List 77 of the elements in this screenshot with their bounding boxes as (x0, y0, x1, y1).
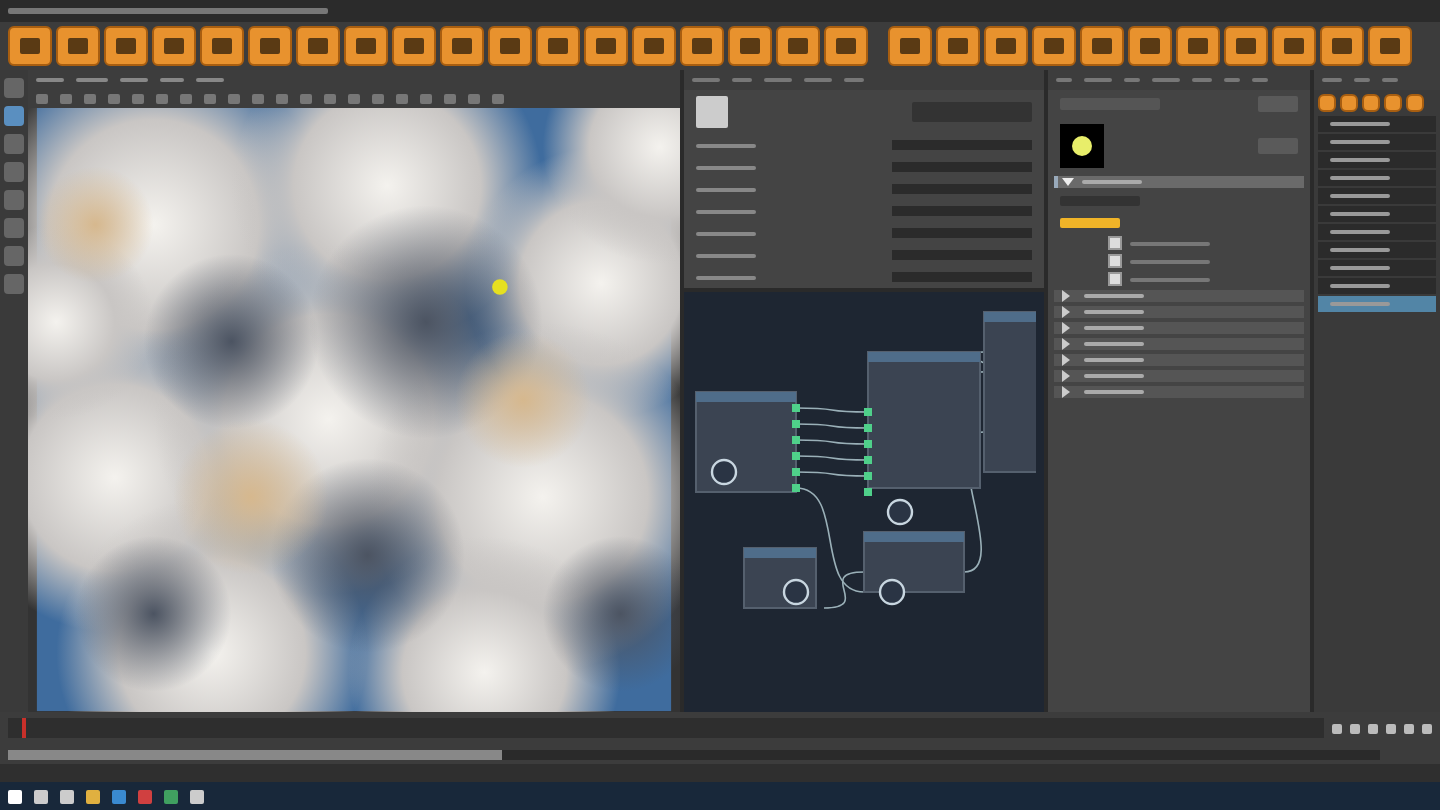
outliner-row[interactable] (1317, 134, 1436, 152)
node-swatch-icon (782, 578, 809, 606)
checkbox[interactable] (1108, 272, 1122, 286)
checkbox[interactable] (1108, 254, 1122, 268)
outliner-row[interactable] (1317, 206, 1436, 224)
connection-wire (794, 423, 869, 429)
shelf-tool-icon[interactable] (632, 26, 676, 66)
shelf-tool-icon[interactable] (888, 26, 932, 66)
section-header[interactable] (1054, 386, 1304, 398)
shelf-tool-icon[interactable] (200, 26, 244, 66)
section-header[interactable] (1054, 306, 1304, 318)
outliner-row[interactable] (1317, 170, 1436, 188)
graph-node[interactable] (862, 531, 965, 593)
graph-node[interactable] (694, 391, 797, 493)
shelf-tool-icon[interactable] (344, 26, 388, 66)
shelf-tool-icon[interactable] (488, 26, 532, 66)
shelf-tool-icon[interactable] (824, 26, 868, 66)
section-header[interactable] (1054, 176, 1304, 188)
connection-wire (794, 407, 869, 413)
checkbox[interactable] (1108, 236, 1122, 250)
section-header[interactable] (1054, 354, 1304, 366)
section-header[interactable] (1054, 338, 1304, 350)
shelf-tool-icon[interactable] (152, 26, 196, 66)
shelf-tool-icon[interactable] (584, 26, 628, 66)
attribute-field[interactable] (892, 250, 1032, 260)
shelf-tool-icon[interactable] (1080, 26, 1124, 66)
shelf-tool-icon[interactable] (1320, 26, 1364, 66)
shelf-tool-icon[interactable] (1224, 26, 1268, 66)
outliner-row[interactable] (1317, 116, 1436, 134)
shelf-tool-icon[interactable] (1272, 26, 1316, 66)
node-swatch-icon (710, 458, 737, 486)
connection-wire (794, 455, 869, 461)
attribute-field[interactable] (892, 272, 1032, 282)
shelf-tool-icon[interactable] (440, 26, 484, 66)
outliner-row[interactable] (1317, 152, 1436, 170)
shelf-tool-icon[interactable] (680, 26, 724, 66)
outliner-row[interactable] (1317, 224, 1436, 242)
attribute-field[interactable] (892, 228, 1032, 238)
outliner-row[interactable] (1317, 278, 1436, 296)
graph-node[interactable] (982, 311, 1036, 473)
material-swatch-icon (695, 96, 728, 128)
attribute-field[interactable] (892, 184, 1032, 194)
connection-wire (794, 471, 869, 477)
light-preview-icon (1060, 124, 1104, 168)
shelf-tool-icon[interactable] (1032, 26, 1076, 66)
shelf-tool-icon[interactable] (56, 26, 100, 66)
outliner-row[interactable] (1317, 188, 1436, 206)
shelf-tool-icon[interactable] (296, 26, 340, 66)
shelf-tool-icon[interactable] (248, 26, 292, 66)
color-swatch[interactable] (1060, 218, 1120, 228)
shelf-tool-icon[interactable] (1128, 26, 1172, 66)
shelf-tool-icon[interactable] (936, 26, 980, 66)
attribute-field[interactable] (892, 206, 1032, 216)
shelf-tool-icon[interactable] (8, 26, 52, 66)
outliner-row[interactable] (1317, 242, 1436, 260)
shelf-tool-icon[interactable] (1368, 26, 1412, 66)
section-header[interactable] (1054, 290, 1304, 302)
node-swatch-icon (886, 498, 913, 526)
attribute-field[interactable] (892, 162, 1032, 172)
attribute-field[interactable] (892, 140, 1032, 150)
time-slider[interactable] (8, 718, 1324, 738)
graph-node[interactable] (866, 351, 981, 489)
node-swatch-icon (878, 578, 905, 606)
shelf-tool-icon[interactable] (776, 26, 820, 66)
outliner-row[interactable] (1317, 260, 1436, 278)
section-header[interactable] (1054, 370, 1304, 382)
shelf-tool-icon[interactable] (728, 26, 772, 66)
connection-wire (794, 439, 869, 445)
outliner-row[interactable] (1317, 296, 1436, 314)
shelf-tool-icon[interactable] (104, 26, 148, 66)
tool-icon[interactable] (3, 106, 24, 126)
shelf-tool-icon[interactable] (392, 26, 436, 66)
shelf-tool-icon[interactable] (984, 26, 1028, 66)
range-slider[interactable] (8, 749, 1380, 759)
shelf-tool-icon[interactable] (1176, 26, 1220, 66)
section-header[interactable] (1054, 322, 1304, 334)
shelf-tool-icon[interactable] (536, 26, 580, 66)
